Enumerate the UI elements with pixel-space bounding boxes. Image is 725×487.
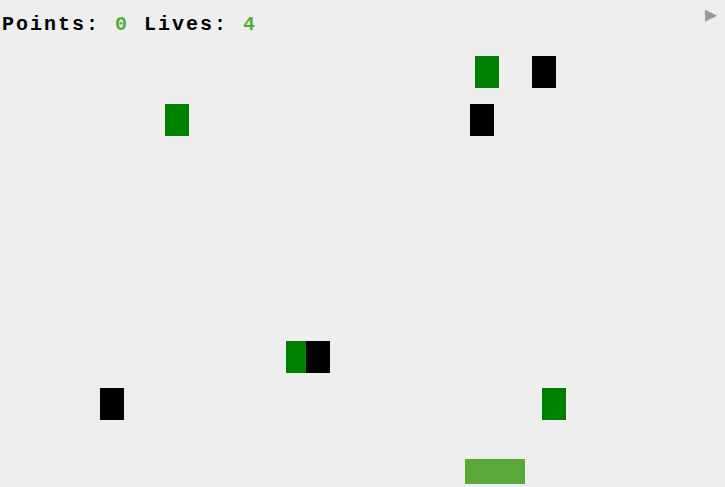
lives-value: 4	[243, 13, 257, 36]
lives-display: Lives: 4	[144, 13, 257, 36]
falling-block	[542, 388, 566, 420]
game-canvas[interactable]: Points: 0 Lives: 4 ▶	[0, 0, 725, 487]
play-button[interactable]: ▶	[705, 6, 717, 26]
paddle[interactable]	[465, 459, 525, 484]
lives-label: Lives:	[144, 13, 228, 36]
falling-block	[306, 341, 330, 373]
falling-block	[100, 388, 124, 420]
falling-block	[165, 104, 189, 136]
points-value: 0	[115, 13, 129, 36]
falling-block	[532, 56, 556, 88]
falling-block	[470, 104, 494, 136]
points-display: Points: 0	[2, 13, 129, 36]
points-label: Points:	[2, 13, 100, 36]
hud: Points: 0 Lives: 4	[0, 0, 725, 36]
falling-block	[475, 56, 499, 88]
